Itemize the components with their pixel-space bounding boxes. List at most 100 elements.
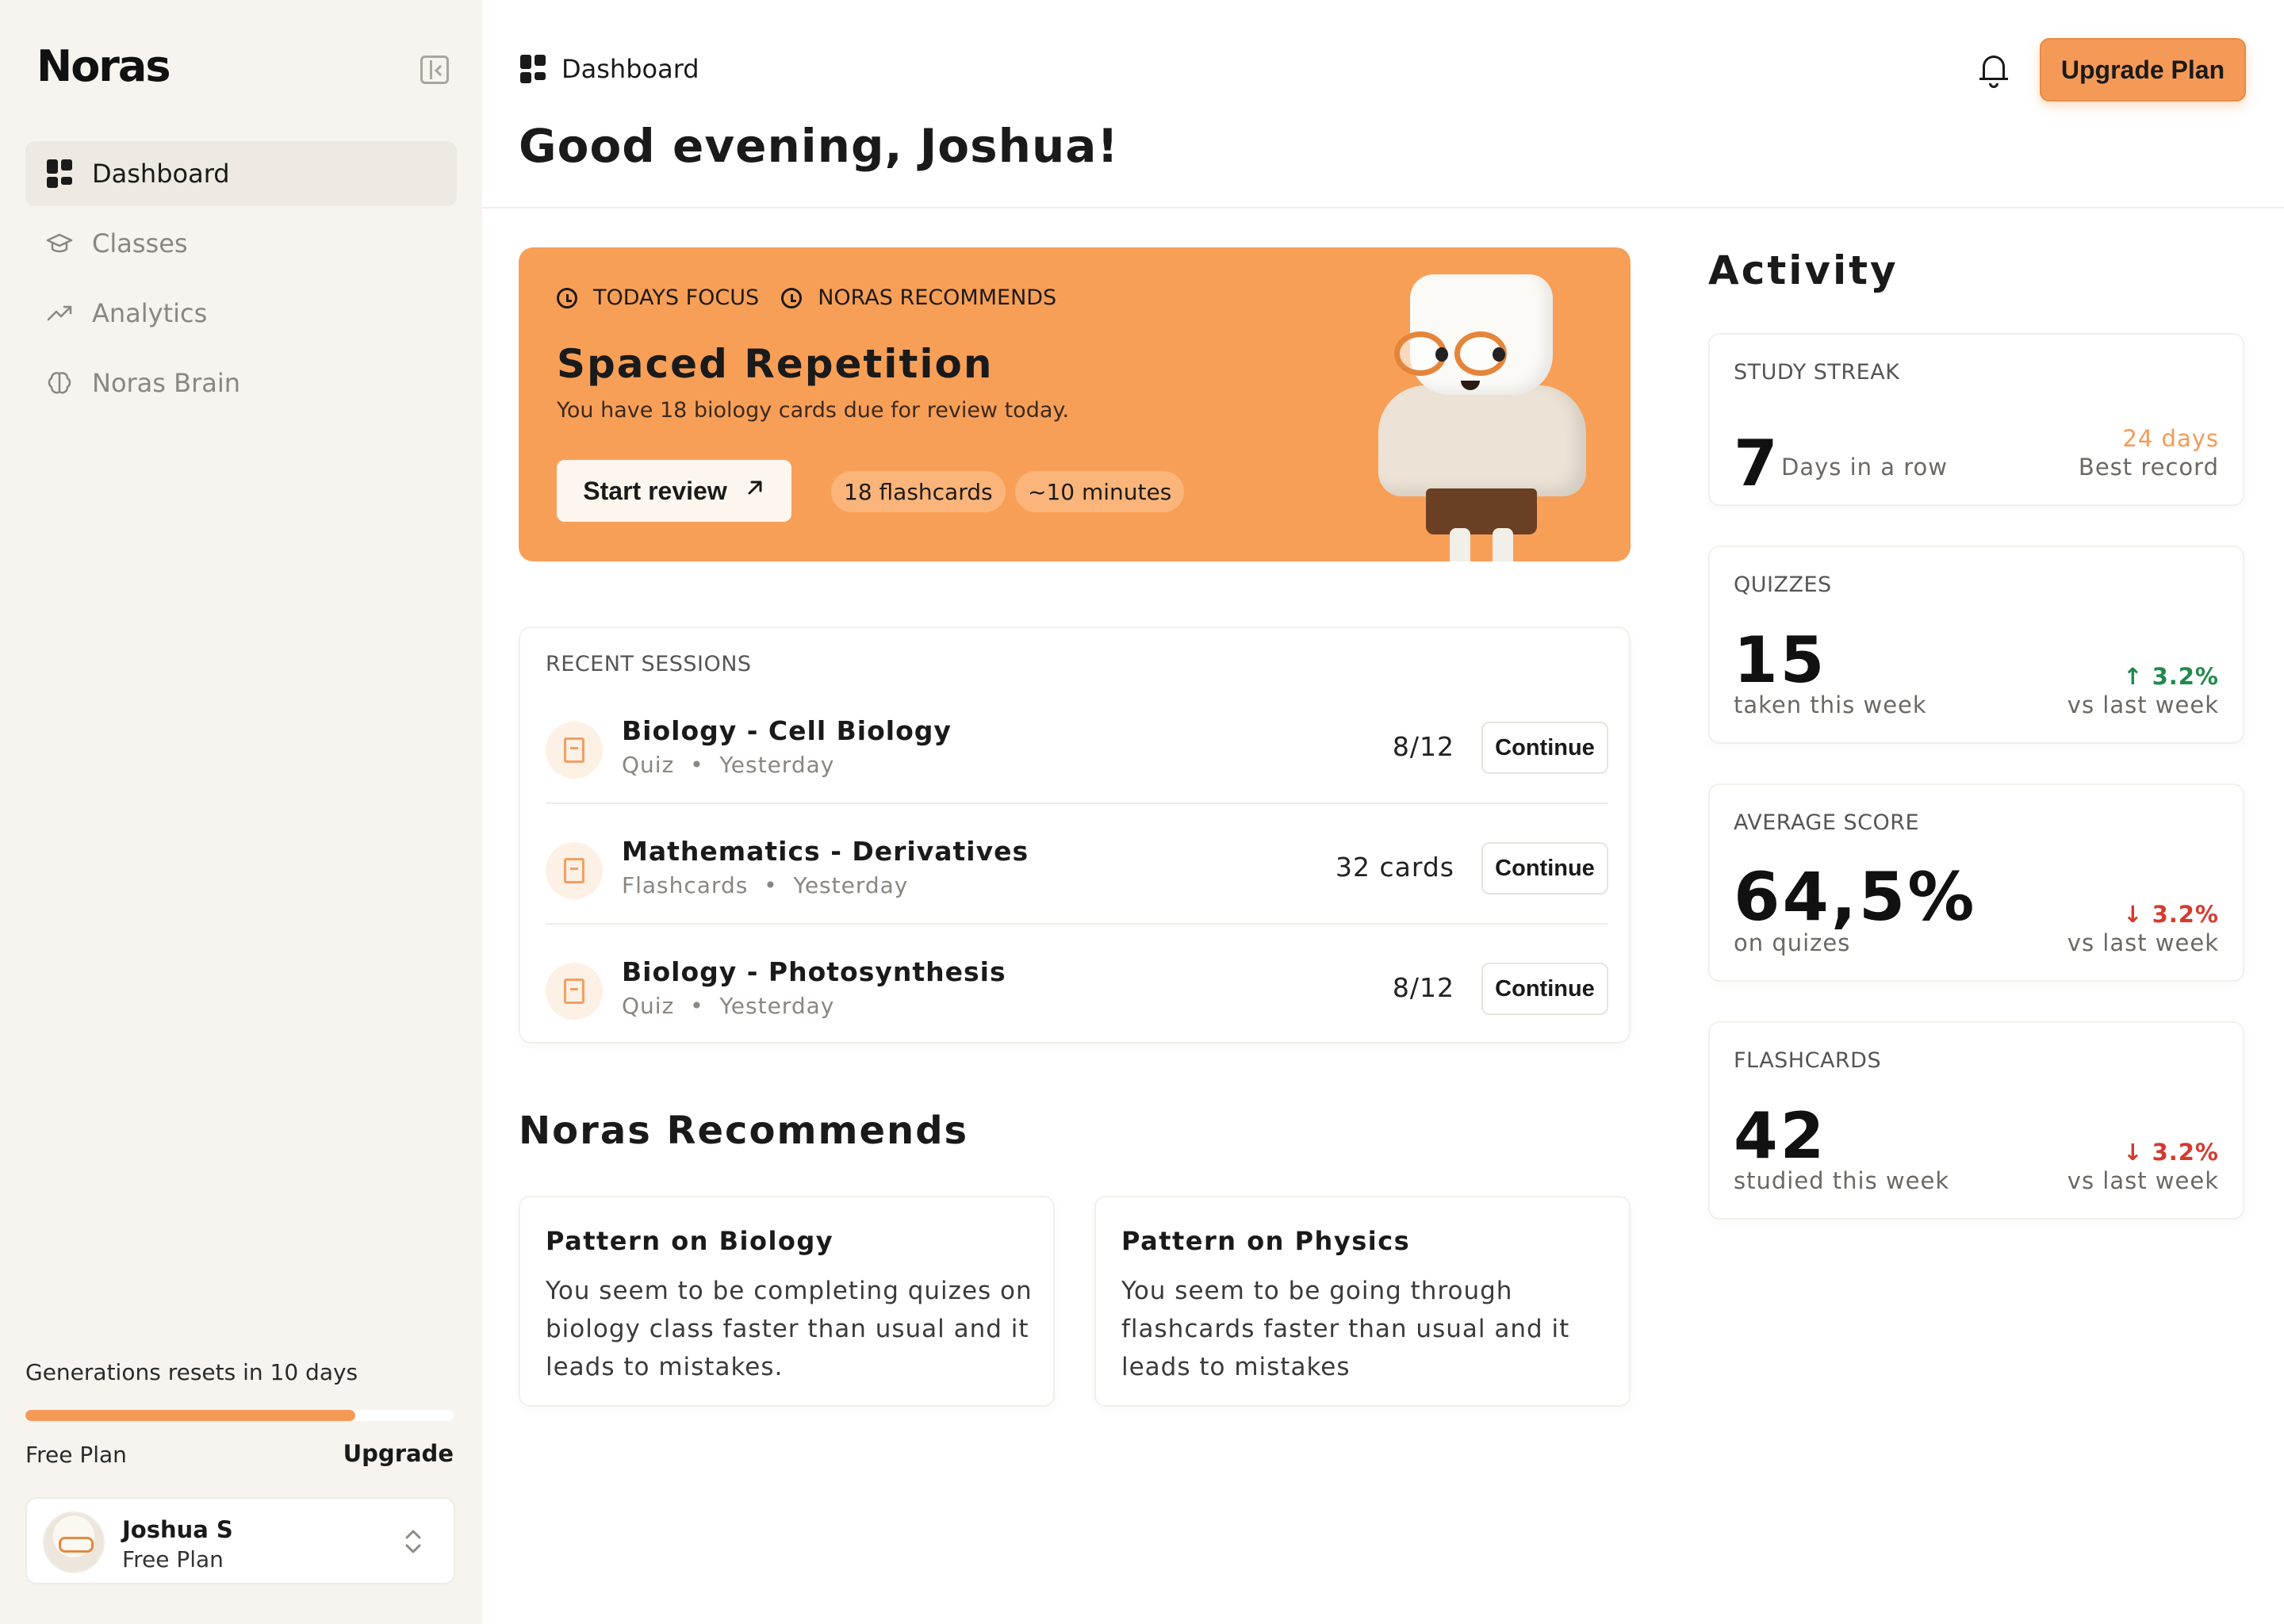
chevron-up-down-icon [403, 1526, 423, 1559]
book-icon [546, 722, 603, 779]
recommendation-title: Pattern on Biology [546, 1226, 834, 1256]
breadcrumb: Dashboard [520, 54, 699, 84]
continue-button[interactable]: Continue [1481, 722, 1608, 774]
average-score-delta: ↓ 3.2% [2123, 901, 2219, 928]
focus-tag: NORAS RECOMMENDS [781, 285, 1056, 310]
brain-icon [46, 370, 73, 396]
sidebar-item-analytics[interactable]: Analytics [25, 281, 457, 346]
book-icon [546, 842, 603, 899]
best-streak-label: Best record [2078, 454, 2219, 481]
breadcrumb-label: Dashboard [561, 54, 699, 84]
current-plan-label: Free Plan [25, 1442, 127, 1468]
stat-label: FLASHCARDS [1734, 1048, 1882, 1073]
session-title: Biology - Cell Biology [622, 715, 952, 746]
arrow-down-icon: ↓ [2123, 1139, 2152, 1166]
recent-sessions-label: RECENT SESSIONS [546, 652, 752, 676]
average-score-card: AVERAGE SCORE 64,5% on quizes ↓ 3.2% vs … [1708, 783, 2244, 982]
stat-label: AVERAGE SCORE [1734, 810, 1920, 835]
sidebar-item-classes[interactable]: Classes [25, 211, 457, 276]
upgrade-plan-button[interactable]: Upgrade Plan [2040, 38, 2246, 102]
arrow-down-icon: ↓ [2123, 901, 2152, 928]
user-plan: Free Plan [122, 1546, 224, 1572]
usage-progress-bar [25, 1410, 454, 1421]
app-logo[interactable]: Noras [36, 41, 171, 91]
sidebar-item-noras-brain[interactable]: Noras Brain [25, 350, 457, 416]
session-title: Biology - Photosynthesis [622, 956, 1006, 987]
session-progress: 8/12 [1392, 731, 1454, 762]
page-greeting: Good evening, Joshua! [519, 119, 1119, 173]
average-score-note: vs last week [2067, 929, 2219, 956]
sidebar-item-label: Noras Brain [92, 368, 241, 398]
trend-up-icon [46, 300, 73, 327]
notification-bell-icon[interactable] [1978, 54, 2010, 89]
sidebar-item-label: Classes [92, 228, 188, 259]
recommendation-body: You seem to be going through flashcards … [1121, 1277, 1570, 1381]
quizzes-card: QUIZZES 15 taken this week ↑ 3.2% vs las… [1708, 546, 2244, 744]
quizzes-sub: taken this week [1734, 691, 1927, 718]
flashcards-value: 42 [1734, 1099, 1827, 1173]
quizzes-delta: ↑ 3.2% [2123, 663, 2219, 690]
usage-reset-label: Generations resets in 10 days [25, 1359, 358, 1385]
stat-label: QUIZZES [1734, 573, 1832, 597]
avatar [43, 1511, 105, 1573]
start-review-button[interactable]: Start review [557, 460, 791, 522]
graduation-cap-icon [46, 230, 73, 257]
focus-tag: TODAYS FOCUS [557, 285, 759, 310]
user-name: Joshua S [122, 1516, 233, 1543]
quizzes-note: vs last week [2067, 691, 2219, 718]
session-row[interactable]: Biology - Cell Biology Quiz • Yesterday … [546, 684, 1608, 804]
dashboard-grid-icon [520, 55, 546, 83]
recent-sessions-panel: RECENT SESSIONS Biology - Cell Biology Q… [519, 626, 1631, 1044]
sidebar-upgrade-link[interactable]: Upgrade [343, 1440, 454, 1467]
header-divider [482, 207, 2284, 209]
recommendation-body: You seem to be completing quizes on biol… [546, 1277, 1033, 1381]
flashcards-delta: ↓ 3.2% [2123, 1139, 2219, 1166]
session-meta: Flashcards • Yesterday [622, 872, 909, 898]
session-meta: Quiz • Yesterday [622, 993, 835, 1019]
session-row[interactable]: Biology - Photosynthesis Quiz • Yesterda… [546, 925, 1608, 1045]
session-progress: 32 cards [1336, 852, 1454, 883]
start-review-label: Start review [583, 476, 727, 505]
focus-title: Spaced Repetition [557, 341, 994, 387]
focus-tag-label: TODAYS FOCUS [593, 285, 760, 310]
user-account-switcher[interactable]: Joshua S Free Plan [25, 1497, 455, 1584]
clock-icon [557, 287, 577, 308]
collapse-sidebar-icon[interactable] [420, 56, 449, 84]
average-score-sub: on quizes [1734, 929, 1851, 956]
recommendation-card-biology[interactable]: Pattern on Biology You seem to be comple… [519, 1196, 1055, 1407]
arrow-up-icon: ↑ [2123, 663, 2152, 690]
continue-button[interactable]: Continue [1481, 963, 1608, 1015]
flashcards-count-chip: 18 flashcards [831, 471, 1006, 512]
sidebar-nav: Dashboard Classes Analytics Noras Brain [25, 141, 457, 420]
flashcards-note: vs last week [2067, 1167, 2219, 1194]
streak-value: 7 [1734, 427, 1780, 500]
streak-unit: Days in a row [1781, 454, 1948, 481]
stat-label: STUDY STREAK [1734, 360, 1900, 385]
recommendation-card-physics[interactable]: Pattern on Physics You seem to be going … [1094, 1196, 1631, 1407]
arrow-up-right-icon [745, 477, 765, 504]
dashboard-grid-icon [46, 159, 73, 188]
flashcards-sub: studied this week [1734, 1167, 1950, 1194]
sidebar: Noras Dashboard Classes Analytics Noras … [0, 0, 482, 1624]
continue-button[interactable]: Continue [1481, 842, 1608, 894]
session-title: Mathematics - Derivatives [622, 836, 1029, 867]
sidebar-item-label: Dashboard [92, 159, 230, 189]
focus-tags: TODAYS FOCUS NORAS RECOMMENDS [557, 285, 1079, 310]
average-score-value: 64,5% [1734, 858, 1977, 936]
duration-chip: ~10 minutes [1015, 471, 1185, 512]
clock-icon [781, 287, 803, 308]
sidebar-item-label: Analytics [92, 298, 208, 328]
mascot-illustration [1362, 274, 1600, 561]
session-meta: Quiz • Yesterday [622, 752, 835, 778]
activity-heading: Activity [1708, 247, 1899, 293]
flashcards-card: FLASHCARDS 42 studied this week ↓ 3.2% v… [1708, 1021, 2244, 1220]
recommends-heading: Noras Recommends [519, 1109, 969, 1153]
session-progress: 8/12 [1392, 972, 1454, 1003]
sidebar-item-dashboard[interactable]: Dashboard [25, 141, 457, 206]
recommendation-title: Pattern on Physics [1121, 1226, 1411, 1256]
focus-subtitle: You have 18 biology cards due for review… [557, 398, 1070, 423]
study-streak-card: STUDY STREAK 7 Days in a row 24 days Bes… [1708, 333, 2244, 506]
book-icon [546, 963, 603, 1020]
session-row[interactable]: Mathematics - Derivatives Flashcards • Y… [546, 804, 1608, 925]
focus-tag-label: NORAS RECOMMENDS [818, 285, 1057, 310]
